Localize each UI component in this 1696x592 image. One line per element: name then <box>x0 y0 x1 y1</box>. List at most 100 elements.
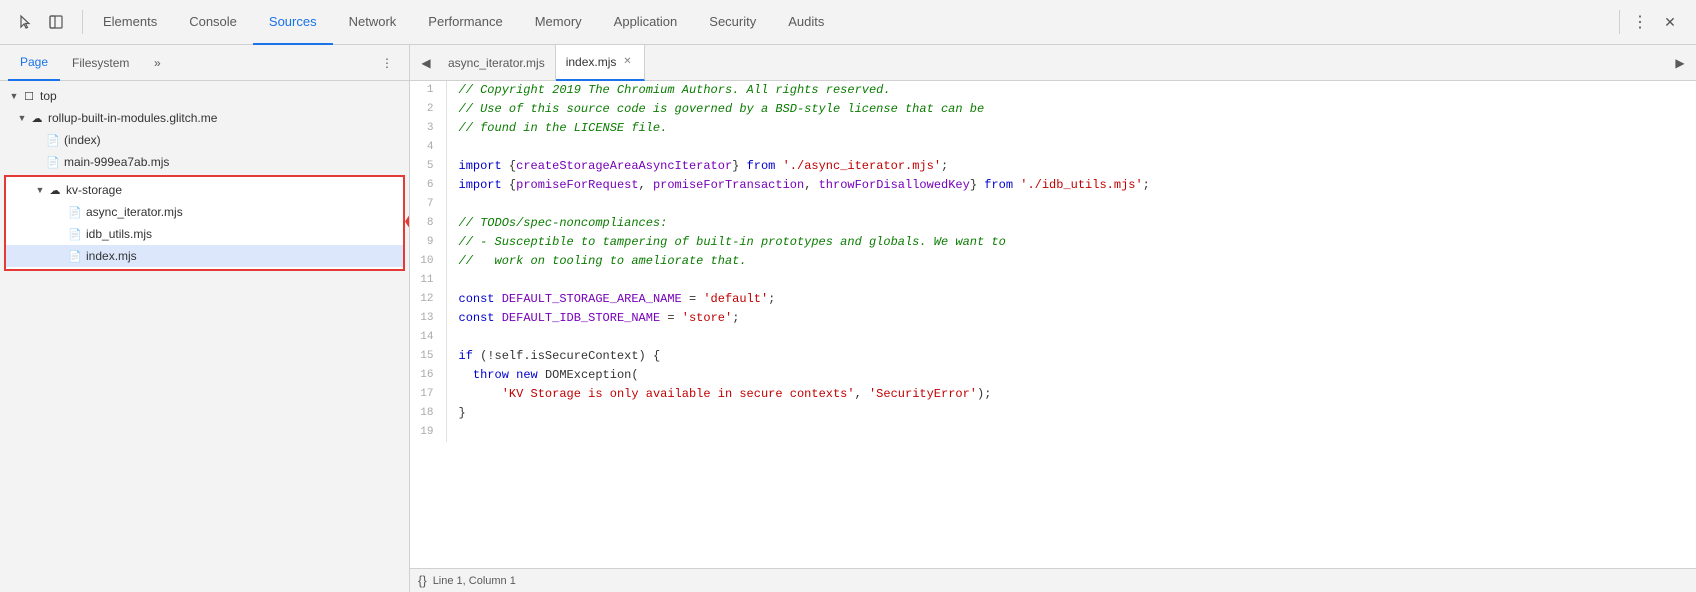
tree-arrow-glitch: ▼ <box>16 112 28 124</box>
line-content-8: // TODOs/spec-noncompliances: <box>446 214 1696 233</box>
code-line-12: 12 const DEFAULT_STORAGE_AREA_NAME = 'de… <box>410 290 1696 309</box>
code-line-5: 5 import {createStorageAreaAsyncIterator… <box>410 157 1696 176</box>
tree-label-idb: idb_utils.mjs <box>86 227 152 241</box>
editor-tab-index-label: index.mjs <box>566 55 617 69</box>
line-num-3: 3 <box>410 119 446 138</box>
more-tools-icon[interactable]: ⋮ <box>1626 8 1654 36</box>
file-icon-index: 📄 <box>46 133 60 147</box>
code-line-10: 10 // work on tooling to ameliorate that… <box>410 252 1696 271</box>
line-num-15: 15 <box>410 347 446 366</box>
tab-elements[interactable]: Elements <box>87 0 173 45</box>
tab-console[interactable]: Console <box>173 0 253 45</box>
editor-nav-right-icon[interactable]: ▶ <box>1668 51 1692 75</box>
toolbar-tabs: Elements Console Sources Network Perform… <box>87 0 1607 45</box>
line-content-4 <box>446 138 1696 157</box>
editor-tab-close-icon[interactable]: ✕ <box>620 55 634 69</box>
tree-arrow-kv: ▼ <box>34 184 46 196</box>
cloud-icon-kv: ☁ <box>48 183 62 197</box>
line-content-3: // found in the LICENSE file. <box>446 119 1696 138</box>
close-devtools-icon[interactable]: ✕ <box>1656 8 1684 36</box>
line-content-5: import {createStorageAreaAsyncIterator} … <box>446 157 1696 176</box>
right-panel: ◀ async_iterator.mjs index.mjs ✕ ▶ 1 // … <box>410 45 1696 592</box>
line-content-17: 'KV Storage is only available in secure … <box>446 385 1696 404</box>
line-num-6: 6 <box>410 176 446 195</box>
editor-tab-async[interactable]: async_iterator.mjs <box>438 45 556 81</box>
code-line-9: 9 // - Susceptible to tampering of built… <box>410 233 1696 252</box>
line-num-17: 17 <box>410 385 446 404</box>
code-line-15: 15 if (!self.isSecureContext) { <box>410 347 1696 366</box>
cursor-icon[interactable] <box>12 8 40 36</box>
panel-options-icon[interactable]: ⋮ <box>373 49 401 77</box>
line-content-1: // Copyright 2019 The Chromium Authors. … <box>446 81 1696 100</box>
main-layout: Page Filesystem » ⋮ ▼ ☐ top ▼ ☁ rollup-b… <box>0 45 1696 592</box>
line-num-8: 8 <box>410 214 446 233</box>
line-num-12: 12 <box>410 290 446 309</box>
tab-page[interactable]: Page <box>8 45 60 81</box>
code-line-6: 6 import {promiseForRequest, promiseForT… <box>410 176 1696 195</box>
left-panel: Page Filesystem » ⋮ ▼ ☐ top ▼ ☁ rollup-b… <box>0 45 410 592</box>
editor-tabs: ◀ async_iterator.mjs index.mjs ✕ ▶ <box>410 45 1696 81</box>
code-line-14: 14 <box>410 328 1696 347</box>
tree-item-index-mjs[interactable]: ▶ 📄 index.mjs <box>6 245 403 267</box>
file-icon-main-mjs: 📄 <box>46 155 60 169</box>
file-icon-index-mjs: 📄 <box>68 249 82 263</box>
main-toolbar: Elements Console Sources Network Perform… <box>0 0 1696 45</box>
file-icon-idb: 📄 <box>68 227 82 241</box>
tree-item-glitch[interactable]: ▼ ☁ rollup-built-in-modules.glitch.me <box>0 107 409 129</box>
toolbar-icon-group <box>4 8 78 36</box>
line-content-2: // Use of this source code is governed b… <box>446 100 1696 119</box>
more-tabs-icon[interactable]: » <box>143 49 171 77</box>
line-num-16: 16 <box>410 366 446 385</box>
tree-item-async-iterator[interactable]: ▶ 📄 async_iterator.mjs <box>6 201 403 223</box>
kv-storage-border-box: ▼ ☁ kv-storage ▶ 📄 async_iterator.mjs ▶ … <box>4 175 405 271</box>
tree-label-index-mjs: index.mjs <box>86 249 137 263</box>
tree-item-index[interactable]: ▶ 📄 (index) <box>0 129 409 151</box>
tab-security[interactable]: Security <box>693 0 772 45</box>
dock-icon[interactable] <box>42 8 70 36</box>
tab-sources[interactable]: Sources <box>253 0 333 45</box>
line-content-19 <box>446 423 1696 442</box>
status-position: Line 1, Column 1 <box>433 575 516 587</box>
line-num-7: 7 <box>410 195 446 214</box>
tree-label-top: top <box>40 89 57 103</box>
tab-audits[interactable]: Audits <box>772 0 840 45</box>
line-num-4: 4 <box>410 138 446 157</box>
line-content-16: throw new DOMException( <box>446 366 1696 385</box>
code-line-13: 13 const DEFAULT_IDB_STORE_NAME = 'store… <box>410 309 1696 328</box>
tree-item-kv-storage[interactable]: ▼ ☁ kv-storage <box>6 179 403 201</box>
tree-item-top[interactable]: ▼ ☐ top <box>0 85 409 107</box>
tree-label-kv: kv-storage <box>66 183 122 197</box>
tab-network[interactable]: Network <box>333 0 413 45</box>
line-content-9: // - Susceptible to tampering of built-i… <box>446 233 1696 252</box>
line-content-11 <box>446 271 1696 290</box>
code-line-4: 4 <box>410 138 1696 157</box>
code-line-18: 18 } <box>410 404 1696 423</box>
red-arrow <box>405 210 409 237</box>
code-line-11: 11 <box>410 271 1696 290</box>
file-tree: ▼ ☐ top ▼ ☁ rollup-built-in-modules.glit… <box>0 81 409 592</box>
line-num-2: 2 <box>410 100 446 119</box>
editor-nav-left-icon[interactable]: ◀ <box>414 51 438 75</box>
line-num-5: 5 <box>410 157 446 176</box>
line-content-14 <box>446 328 1696 347</box>
status-braces-icon[interactable]: {} <box>418 573 427 588</box>
folder-icon-top: ☐ <box>22 89 36 103</box>
tab-performance[interactable]: Performance <box>412 0 518 45</box>
code-table: 1 // Copyright 2019 The Chromium Authors… <box>410 81 1696 442</box>
tree-item-idb-utils[interactable]: ▶ 📄 idb_utils.mjs <box>6 223 403 245</box>
line-num-19: 19 <box>410 423 446 442</box>
editor-tab-index[interactable]: index.mjs ✕ <box>556 45 646 81</box>
line-content-18: } <box>446 404 1696 423</box>
tab-filesystem[interactable]: Filesystem <box>60 45 141 81</box>
code-line-16: 16 throw new DOMException( <box>410 366 1696 385</box>
file-icon-async: 📄 <box>68 205 82 219</box>
tab-application[interactable]: Application <box>598 0 694 45</box>
line-num-10: 10 <box>410 252 446 271</box>
tree-label-glitch: rollup-built-in-modules.glitch.me <box>48 111 217 125</box>
tree-item-main-mjs[interactable]: ▶ 📄 main-999ea7ab.mjs <box>0 151 409 173</box>
code-editor[interactable]: 1 // Copyright 2019 The Chromium Authors… <box>410 81 1696 568</box>
line-content-10: // work on tooling to ameliorate that. <box>446 252 1696 271</box>
tree-arrow-top: ▼ <box>8 90 20 102</box>
tab-memory[interactable]: Memory <box>519 0 598 45</box>
tree-label-main-mjs: main-999ea7ab.mjs <box>64 155 169 169</box>
